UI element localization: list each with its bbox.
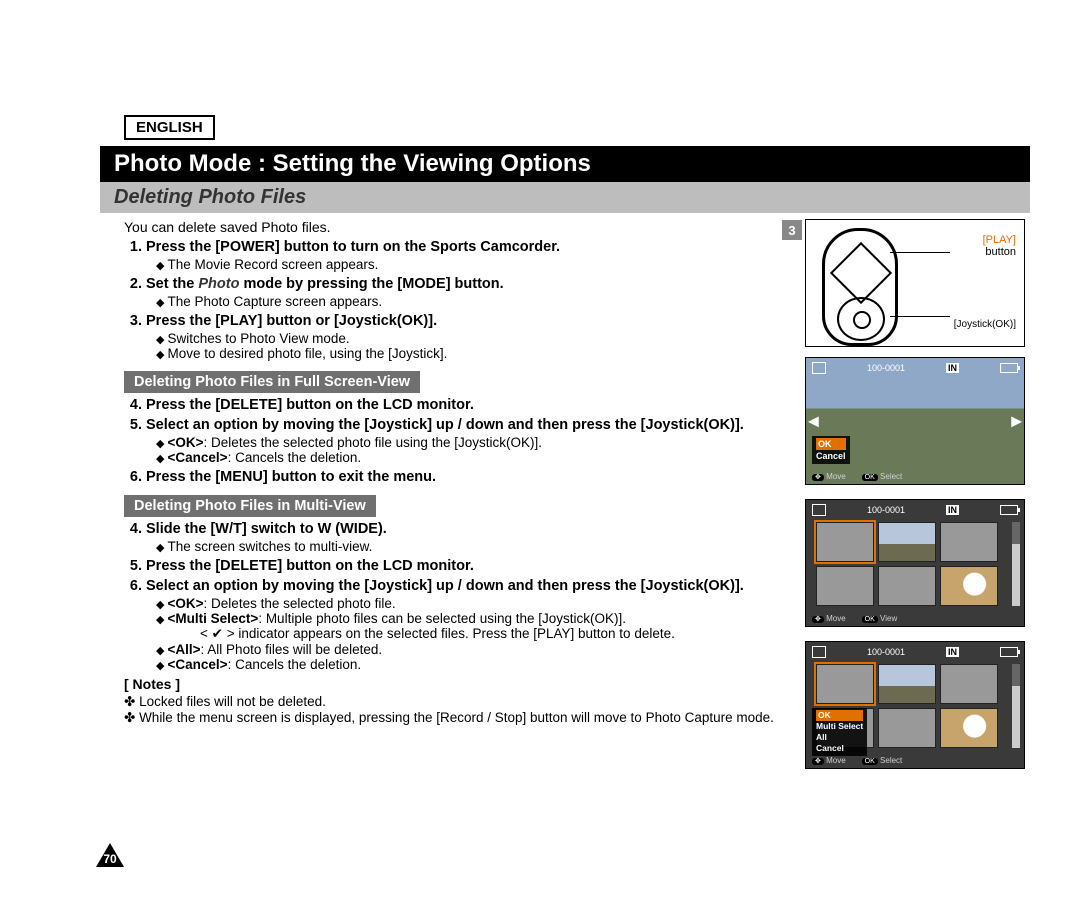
thumb-1 — [816, 522, 874, 562]
arrow-right-icon: ▶ — [1011, 413, 1022, 430]
step-1-bullet: The Movie Record screen appears. — [156, 257, 785, 272]
section-subtitle: Deleting Photo Files — [100, 182, 1030, 213]
step-2: Set the Photo mode by pressing the [MODE… — [146, 276, 785, 309]
hint-move: ✥ Move — [812, 614, 846, 623]
multi-4-bullet: The screen switches to multi-view. — [156, 539, 785, 554]
language-indicator: ENGLISH — [124, 115, 215, 140]
hint-view: OK View — [862, 614, 898, 623]
delete-menu-fullview: OK Cancel — [812, 436, 850, 464]
file-number: 100-0001 — [867, 363, 905, 373]
full-cancel: <Cancel>: Cancels the deletion. — [156, 450, 785, 465]
figure-step-4-fullview: 4 100-0001 IN ◀ ▶ OK Cancel ✥ Move OK Se… — [805, 357, 1025, 485]
thumbnail-grid — [816, 522, 998, 606]
in-badge: IN — [946, 505, 959, 515]
thumb-3 — [940, 522, 998, 562]
multi-step-6: Select an option by moving the [Joystick… — [146, 578, 785, 672]
full-step-6: Press the [MENU] button to exit the menu… — [146, 469, 785, 485]
thumb-4 — [816, 566, 874, 606]
delete-menu-multiview: OK Multi Select All Cancel — [812, 708, 867, 756]
battery-icon — [1000, 363, 1018, 373]
multi-multiselect: <Multi Select>: Multiple photo files can… — [156, 611, 785, 642]
arrow-left-icon: ◀ — [808, 413, 819, 430]
label-joystick: [Joystick(OK)] — [954, 319, 1016, 330]
multi-step-5: Press the [DELETE] button on the LCD mon… — [146, 558, 785, 574]
menu-ok: OK — [816, 710, 863, 721]
thumb-5 — [878, 566, 936, 606]
step-badge-3: 3 — [782, 220, 802, 240]
camera-icon — [812, 646, 826, 658]
multi-ok: <OK>: Deletes the selected photo file. — [156, 596, 785, 611]
label-play: [PLAY]button — [983, 234, 1016, 258]
thumb-2 — [878, 664, 936, 704]
figure-step-3: 3 [PLAY]button [Joystick(OK)] — [805, 219, 1025, 347]
multiview-heading: Deleting Photo Files in Multi-View — [124, 495, 376, 517]
figure-step-5: 5 100-0001 IN OK M — [805, 641, 1025, 769]
page-title: Photo Mode : Setting the Viewing Options — [100, 146, 1030, 182]
steps-1-3: Press the [POWER] button to turn on the … — [146, 239, 785, 361]
camera-icon — [812, 504, 826, 516]
multi-cancel: <Cancel>: Cancels the deletion. — [156, 657, 785, 672]
battery-icon — [1000, 647, 1018, 657]
in-badge: IN — [946, 647, 959, 657]
thumb-5 — [878, 708, 936, 748]
multiview-steps: Slide the [W/T] switch to W (WIDE). The … — [146, 521, 785, 672]
note-1: Locked files will not be deleted. — [124, 694, 785, 710]
figure-column: 3 [PLAY]button [Joystick(OK)] 4 100-0 — [805, 219, 1030, 769]
full-step-4: Press the [DELETE] button on the LCD mon… — [146, 397, 785, 413]
full-ok: <OK>: Deletes the selected photo file us… — [156, 435, 785, 450]
thumb-6 — [940, 566, 998, 606]
camera-icon — [812, 362, 826, 374]
full-step-5: Select an option by moving the [Joystick… — [146, 417, 785, 465]
multi-step-4: Slide the [W/T] switch to W (WIDE). The … — [146, 521, 785, 554]
in-badge: IN — [946, 363, 959, 373]
intro-text: You can delete saved Photo files. — [124, 219, 785, 235]
file-number: 100-0001 — [867, 505, 905, 515]
scrollbar — [1012, 664, 1020, 748]
fullview-heading: Deleting Photo Files in Full Screen-View — [124, 371, 420, 393]
hint-move: ✥ Move — [812, 472, 846, 481]
fullview-steps: Press the [DELETE] button on the LCD mon… — [146, 397, 785, 485]
note-2: While the menu screen is displayed, pres… — [124, 710, 785, 726]
thumb-3 — [940, 664, 998, 704]
battery-icon — [1000, 505, 1018, 515]
notes-list: Locked files will not be deleted. While … — [124, 694, 785, 726]
menu-ok: OK — [816, 438, 846, 450]
thumb-2 — [878, 522, 936, 562]
thumb-1 — [816, 664, 874, 704]
notes-heading: [ Notes ] — [124, 676, 785, 692]
step-2-bullet: The Photo Capture screen appears. — [156, 294, 785, 309]
figure-step-4-multiview: 4 100-0001 IN ✥ Move — [805, 499, 1025, 627]
menu-multi-select: Multi Select — [816, 721, 863, 732]
scrollbar — [1012, 522, 1020, 606]
hint-select: OK Select — [862, 472, 903, 481]
file-number: 100-0001 — [867, 647, 905, 657]
menu-cancel: Cancel — [816, 743, 863, 754]
instruction-column: You can delete saved Photo files. Press … — [100, 219, 805, 726]
thumb-6 — [940, 708, 998, 748]
step-3-bullet-1: Switches to Photo View mode. — [156, 331, 785, 346]
multi-all: <All>: All Photo files will be deleted. — [156, 642, 785, 657]
hint-move: ✥ Move — [812, 756, 846, 765]
step-3: Press the [PLAY] button or [Joystick(OK)… — [146, 313, 785, 361]
remote-icon — [822, 228, 898, 346]
hint-select: OK Select — [862, 756, 903, 765]
step-1: Press the [POWER] button to turn on the … — [146, 239, 785, 272]
step-3-bullet-2: Move to desired photo file, using the [J… — [156, 346, 785, 361]
menu-all: All — [816, 732, 863, 743]
manual-page: ENGLISH Photo Mode : Setting the Viewing… — [0, 0, 1080, 906]
menu-cancel: Cancel — [816, 450, 846, 462]
